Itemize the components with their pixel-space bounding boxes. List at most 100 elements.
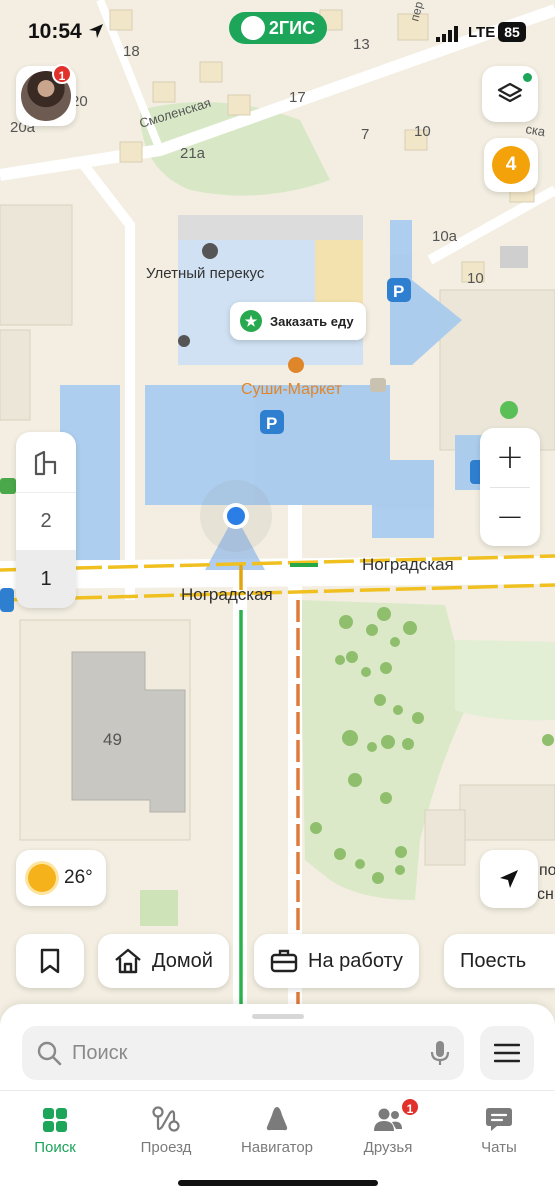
bookmarks-button[interactable]: [16, 934, 84, 988]
floor-2-button[interactable]: 2: [16, 492, 76, 550]
clock-time: 10:54: [28, 20, 82, 43]
tree: [366, 624, 378, 636]
building-icon: [370, 378, 386, 392]
app-logo-text: 2ГИС: [268, 17, 316, 38]
microphone-icon[interactable]: [430, 1039, 450, 1067]
dog-logo-icon: [240, 16, 265, 40]
briefcase-icon: [270, 949, 298, 973]
tree: [361, 667, 371, 677]
buildings-icon: [34, 450, 57, 476]
mall-roof: [178, 215, 363, 240]
cart-icon[interactable]: [500, 401, 518, 419]
road-nogradskaya: [0, 556, 555, 589]
search-input[interactable]: [72, 1041, 420, 1065]
star-icon: ★: [240, 310, 262, 332]
navigation-arrow-icon: [500, 870, 518, 888]
shop-icon[interactable]: [0, 478, 16, 494]
building: [0, 204, 73, 326]
bottom-sheet: Поиск Проезд Навигатор Друзья 1 Чаты: [0, 1004, 555, 1200]
temperature: 26°: [64, 867, 93, 888]
tree: [339, 615, 353, 629]
poi-label-sushi[interactable]: Суши-Маркет: [241, 381, 343, 398]
eat-chip[interactable]: Поесть: [444, 934, 555, 988]
house-number: 49: [103, 730, 122, 749]
work-chip[interactable]: На работу: [254, 934, 419, 988]
burger-icon[interactable]: [202, 243, 218, 259]
battery-icon: 85: [498, 22, 526, 42]
tab-route[interactable]: Проезд: [116, 1103, 216, 1156]
sun-icon: [28, 864, 56, 892]
tab-navigator[interactable]: Навигатор: [227, 1103, 327, 1156]
weather-widget[interactable]: 26°: [16, 850, 106, 906]
user-location-dot[interactable]: [227, 507, 245, 525]
tab-friends[interactable]: Друзья 1: [338, 1097, 438, 1156]
order-food-card[interactable]: ★ Заказать еду: [230, 302, 366, 340]
tab-navigator-label: Навигатор: [240, 1139, 314, 1156]
green-field: [455, 640, 555, 721]
notification-badge: 1: [52, 64, 72, 84]
tree: [346, 651, 358, 663]
search-bar[interactable]: [22, 1026, 464, 1080]
route-icon: [116, 1103, 216, 1133]
building: [439, 289, 555, 451]
sheet-handle[interactable]: [252, 1014, 304, 1019]
house-number: 10: [414, 123, 431, 140]
tree: [542, 734, 554, 746]
layers-button[interactable]: [482, 66, 538, 122]
tree: [310, 822, 322, 834]
zoom-controls: + −: [480, 428, 540, 546]
edge-label: сн: [537, 886, 554, 903]
house: [500, 246, 528, 268]
zoom-in-button[interactable]: +: [480, 428, 540, 486]
building: [424, 809, 466, 866]
floor-selector[interactable]: 2 1: [16, 432, 76, 608]
location-arrow-icon: [88, 24, 103, 38]
profile-button[interactable]: 1: [16, 64, 76, 126]
app-logo: 2ГИС: [229, 12, 327, 44]
fork-knife-icon[interactable]: [288, 357, 304, 373]
tab-route-label: Проезд: [140, 1139, 192, 1156]
chat-icon: [449, 1103, 549, 1133]
my-location-button[interactable]: [480, 850, 538, 908]
house-number: 10а: [432, 228, 458, 245]
green-patch: [140, 890, 178, 926]
parking-letter: P: [393, 282, 404, 301]
street-label: Ноградская: [362, 555, 454, 574]
bus-stop-icon[interactable]: [0, 588, 14, 612]
tab-chats[interactable]: Чаты: [449, 1103, 549, 1156]
floor-1-button[interactable]: 1: [16, 550, 76, 608]
poi-label-snack[interactable]: Улетный перекус: [146, 265, 265, 282]
house-number: 17: [289, 89, 306, 106]
signal-icon: [436, 26, 458, 42]
house: [119, 141, 143, 163]
zoom-out-button[interactable]: −: [480, 488, 540, 546]
home-indicator[interactable]: [178, 1180, 378, 1186]
tree: [374, 694, 386, 706]
search-icon: [37, 1041, 62, 1066]
status-bar: 10:54 2ГИС LTE 85: [0, 0, 555, 64]
tree: [372, 872, 384, 884]
bookmark-icon: [40, 948, 60, 974]
buildings-3d-button[interactable]: [16, 434, 76, 492]
tree: [402, 738, 414, 750]
home-chip[interactable]: Домой: [98, 934, 229, 988]
house-number: 10: [467, 270, 484, 287]
house: [199, 61, 223, 83]
hamburger-icon: [494, 1043, 520, 1063]
layers-dot: [523, 73, 532, 82]
menu-button[interactable]: [480, 1026, 534, 1080]
tree: [342, 730, 358, 746]
street-label: Ноградская: [181, 585, 273, 604]
tree: [334, 848, 346, 860]
tree: [412, 712, 424, 724]
tree: [355, 859, 365, 869]
offers-button[interactable]: 4: [484, 138, 538, 192]
friends-badge: 1: [400, 1097, 420, 1117]
tree: [393, 705, 403, 715]
pin-icon[interactable]: [178, 335, 190, 347]
network-type: LTE: [468, 24, 496, 41]
grid-icon: [5, 1103, 105, 1133]
tree: [367, 742, 377, 752]
tab-search[interactable]: Поиск: [5, 1103, 105, 1156]
house-number: 21а: [180, 145, 206, 162]
